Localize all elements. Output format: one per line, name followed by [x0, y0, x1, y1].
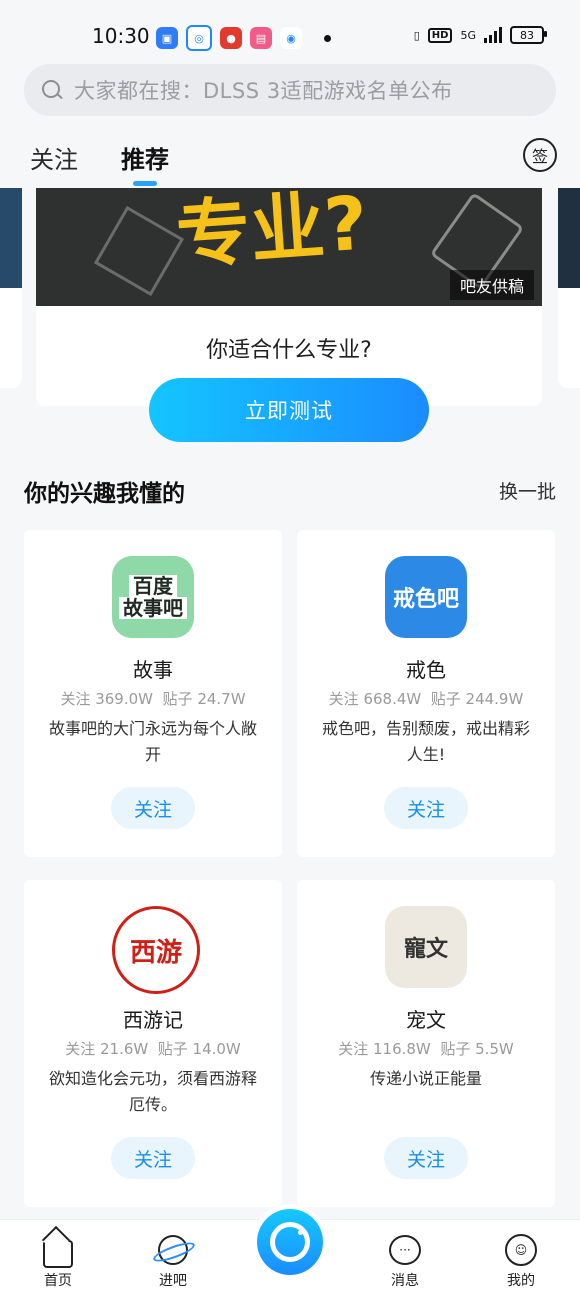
nav-label: 我的: [507, 1273, 535, 1289]
browser-notification-icon: ◎: [186, 25, 212, 51]
forum-logo: 寵文: [385, 906, 467, 988]
sign-in-button[interactable]: 签: [523, 138, 557, 172]
contributor-tag: 吧友供稿: [449, 270, 534, 300]
refresh-batch-button[interactable]: 换一批: [499, 477, 556, 504]
mascot-notification-icon: ●: [220, 27, 242, 49]
banner-headline: 专业?: [173, 188, 371, 280]
center-action-button[interactable]: [252, 1204, 328, 1280]
follow-button[interactable]: 关注: [384, 787, 468, 829]
signal-icon: [484, 27, 502, 43]
more-notifications-dot: [324, 34, 331, 42]
forum-logo-text: 百度: [129, 575, 177, 597]
forum-followers: 关注 116.8W: [338, 1040, 431, 1058]
forum-card-jiese[interactable]: 戒色吧 戒色 关注 668.4W 贴子 244.9W 戒色吧，告别颓废，戒出精彩…: [297, 530, 555, 857]
follow-button[interactable]: 关注: [384, 1137, 468, 1179]
nav-forum[interactable]: 进吧: [133, 1234, 213, 1290]
quiz-card[interactable]: 专业? 吧友供稿 你适合什么专业?: [36, 188, 542, 406]
search-placeholder: 大家都在搜：DLSS 3适配游戏名单公布: [74, 79, 453, 103]
system-status: ▯ HD 5G 83: [413, 26, 547, 44]
forum-stats: 关注 369.0W 贴子 24.7W: [24, 688, 282, 709]
battery-level: 83: [520, 28, 534, 42]
forum-logo-text: 故事吧: [119, 597, 187, 619]
hd-icon: HD: [427, 27, 453, 43]
feed-tabs: 关注 推荐: [0, 128, 580, 188]
forum-posts: 贴子 14.0W: [157, 1040, 241, 1058]
forum-posts: 贴子 24.7W: [162, 690, 246, 708]
start-test-button[interactable]: 立即测试: [149, 378, 429, 442]
planet-icon: [158, 1235, 188, 1265]
search-bar[interactable]: 大家都在搜：DLSS 3适配游戏名单公布: [24, 64, 556, 116]
nav-label: 消息: [391, 1273, 419, 1289]
quiz-question: 你适合什么专业?: [206, 338, 372, 363]
forum-name: 宠文: [406, 1008, 446, 1032]
follow-button[interactable]: 关注: [111, 1137, 195, 1179]
forum-stats: 关注 116.8W 贴子 5.5W: [297, 1038, 555, 1059]
forum-logo: 百度 故事吧: [112, 556, 194, 638]
forum-stats: 关注 21.6W 贴子 14.0W: [24, 1038, 282, 1059]
forum-posts: 贴子 5.5W: [440, 1040, 514, 1058]
forum-followers: 关注 21.6W: [65, 1040, 149, 1058]
forum-description: 戒色吧，告别颓废，戒出精彩人生!: [321, 719, 530, 764]
tab-follow[interactable]: 关注: [30, 140, 78, 175]
battery-icon: 83: [510, 26, 547, 44]
notification-icons: ▣ ◎ ● ▤ ◉: [156, 25, 331, 51]
tab-recommend[interactable]: 推荐: [121, 140, 169, 175]
status-bar: 10:30 ▣ ◎ ● ▤ ◉ ▯ HD 5G 83: [0, 0, 580, 64]
forum-card-chongwen[interactable]: 寵文 宠文 关注 116.8W 贴子 5.5W 传递小说正能量 关注: [297, 880, 555, 1207]
forum-description: 欲知造化会元功，须看西游释厄传。: [48, 1069, 257, 1114]
forum-description: 传递小说正能量: [369, 1069, 482, 1088]
forum-name: 西游记: [123, 1008, 183, 1032]
forum-logo: 西游: [112, 906, 200, 994]
next-card-peek[interactable]: [558, 188, 580, 388]
forum-posts: 贴子 244.9W: [430, 690, 524, 708]
nav-messages[interactable]: ··· 消息: [365, 1234, 445, 1290]
follow-button[interactable]: 关注: [111, 787, 195, 829]
nav-home[interactable]: 首页: [18, 1234, 98, 1290]
network-type: 5G: [460, 28, 476, 42]
face-icon: ☺: [505, 1234, 537, 1266]
prev-card-peek[interactable]: [0, 188, 22, 388]
vibrate-icon: ▯: [413, 28, 420, 42]
nav-mine[interactable]: ☺ 我的: [481, 1234, 561, 1290]
forum-followers: 关注 369.0W: [60, 690, 153, 708]
forum-stats: 关注 668.4W 贴子 244.9W: [297, 688, 555, 709]
forum-description: 故事吧的大门永远为每个人敞开: [48, 719, 257, 764]
home-icon: [43, 1240, 73, 1268]
camera-ring-icon: [270, 1222, 310, 1262]
app-notification-icon: ▤: [250, 27, 272, 49]
active-tab-indicator: [133, 181, 157, 186]
nav-label: 首页: [44, 1273, 72, 1289]
circle-notification-icon: ◉: [280, 27, 302, 49]
forum-name: 故事: [133, 658, 173, 682]
quiz-banner-image: 专业? 吧友供稿: [36, 188, 542, 306]
forum-name: 戒色: [406, 658, 446, 682]
chat-bubble-icon: ···: [389, 1235, 421, 1265]
search-icon: [42, 80, 62, 100]
app-notification-icon: ▣: [156, 27, 178, 49]
forum-followers: 关注 668.4W: [328, 690, 422, 708]
interest-section-title: 你的兴趣我懂的: [24, 481, 185, 507]
nav-label: 进吧: [159, 1273, 187, 1289]
molecule-doodle: [93, 205, 185, 297]
status-time: 10:30: [92, 24, 150, 48]
forum-card-gushi[interactable]: 百度 故事吧 故事 关注 369.0W 贴子 24.7W 故事吧的大门永远为每个…: [24, 530, 282, 857]
forum-logo: 戒色吧: [385, 556, 467, 638]
sign-icon: 签: [531, 147, 548, 166]
forum-card-xiyouji[interactable]: 西游 西游记 关注 21.6W 贴子 14.0W 欲知造化会元功，须看西游释厄传…: [24, 880, 282, 1207]
